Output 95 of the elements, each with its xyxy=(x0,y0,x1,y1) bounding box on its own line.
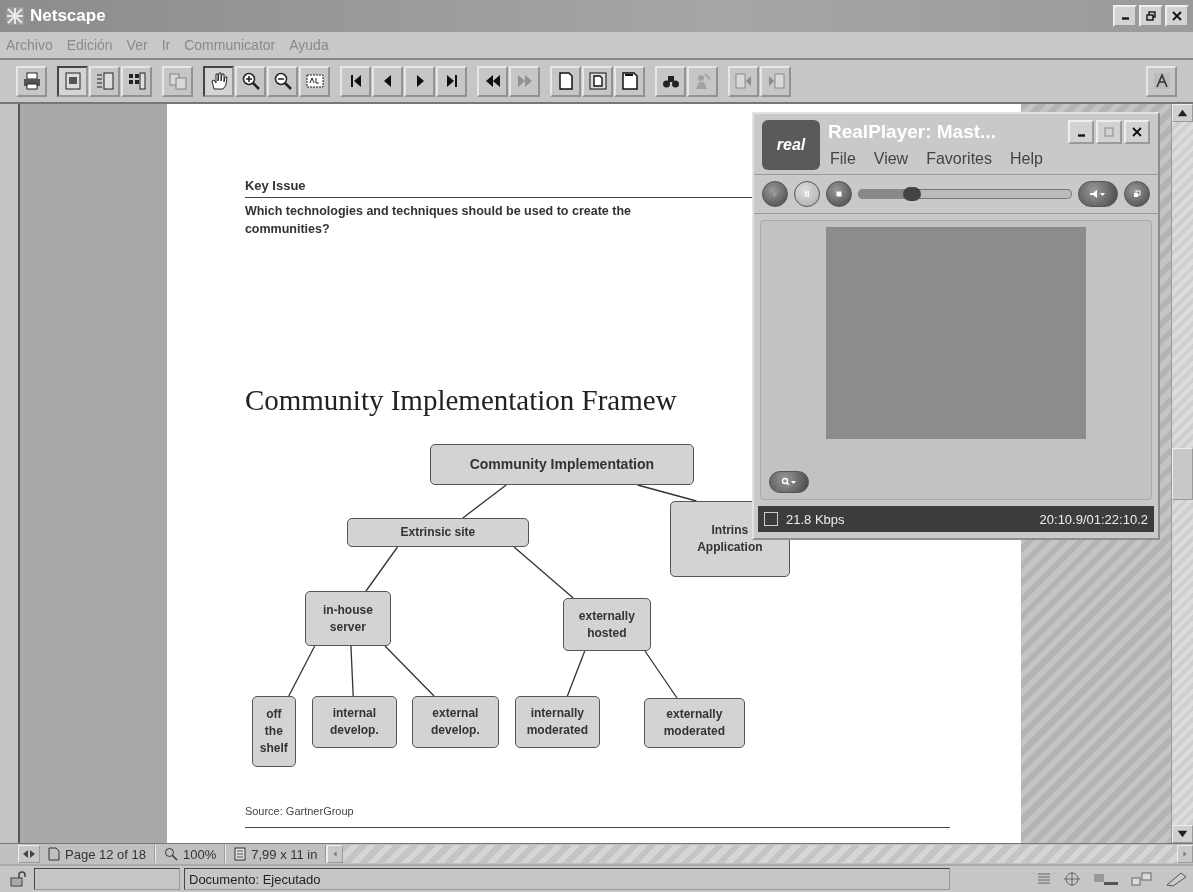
zoom-out-icon xyxy=(272,71,293,91)
slider-thumb[interactable] xyxy=(902,187,921,201)
play-icon xyxy=(770,189,780,199)
connector-line xyxy=(384,645,435,697)
letter-a-icon xyxy=(1151,71,1172,91)
restore-icon xyxy=(1146,11,1156,21)
chat-icon xyxy=(1131,871,1153,887)
minimize-button[interactable] xyxy=(1068,120,1094,144)
pause-button[interactable] xyxy=(794,181,820,207)
pen-icon xyxy=(1165,871,1189,887)
connector-line xyxy=(566,650,586,697)
close-icon xyxy=(1132,127,1142,137)
time-text: 20:10.9/01:22:10.2 xyxy=(1039,511,1148,527)
window-title: Netscape xyxy=(30,6,106,26)
restore-button[interactable] xyxy=(1139,5,1163,27)
connector-line xyxy=(513,546,574,599)
close-button[interactable] xyxy=(1124,120,1150,144)
fit-page-icon xyxy=(587,71,608,91)
diagram-node: internal develop. xyxy=(311,696,397,748)
page-size-icon xyxy=(234,847,247,861)
page-icon xyxy=(48,847,60,861)
toolbar-button[interactable] xyxy=(203,65,234,97)
next-page-icon xyxy=(414,74,425,88)
connector-line xyxy=(288,645,316,697)
scroll-up-icon[interactable] xyxy=(1172,104,1193,122)
stop-icon xyxy=(834,189,844,199)
compact-button[interactable] xyxy=(1124,181,1150,207)
key-issue-question: Which technologies and techniques should be used to create the communities? xyxy=(244,203,633,238)
fit-width-icon xyxy=(619,71,640,91)
menu-item[interactable]: Help xyxy=(1009,150,1043,168)
right-arrow-icon xyxy=(1181,850,1189,858)
minimize-icon xyxy=(1077,134,1085,137)
left-arrow-icon xyxy=(331,850,340,858)
diagram-node: in-house server xyxy=(304,591,391,646)
text-select-icon xyxy=(304,71,325,91)
menu-item[interactable]: View xyxy=(873,150,909,168)
navigation-pane-button[interactable] xyxy=(18,845,40,863)
previous-document-icon xyxy=(733,71,754,91)
diagram-node: externally hosted xyxy=(562,598,651,651)
page-number-text: Page 12 of 18 xyxy=(65,846,146,862)
windows-icon xyxy=(1132,189,1142,199)
split-arrows-icon xyxy=(22,849,36,859)
position-slider[interactable] xyxy=(858,189,1072,199)
printer-icon xyxy=(21,71,42,91)
list-icon xyxy=(1037,871,1051,887)
facing-pages-icon xyxy=(126,71,147,91)
toolbar-button[interactable] xyxy=(57,65,88,97)
close-icon xyxy=(1172,11,1182,21)
page-size-text: 7,99 x 11 in xyxy=(251,846,318,862)
continuous-pages-icon xyxy=(94,71,115,91)
close-button[interactable] xyxy=(1165,5,1189,27)
vertical-scrollbar[interactable] xyxy=(1171,104,1193,843)
hand-icon xyxy=(208,71,229,91)
magnifier-icon xyxy=(779,477,799,487)
diagram-node: Community Implementation xyxy=(429,444,694,485)
diagram-node: external develop. xyxy=(411,696,499,748)
connector-line xyxy=(350,645,354,697)
single-page-icon xyxy=(62,71,83,91)
globe-icon xyxy=(1063,871,1081,887)
magnifier-icon xyxy=(163,847,178,861)
maximize-icon xyxy=(1104,127,1114,137)
diagram-node: Extrinsic site xyxy=(346,518,529,547)
copy-icon xyxy=(167,71,188,91)
minimize-icon xyxy=(1121,17,1129,20)
connector-line xyxy=(365,546,399,592)
volume-button[interactable] xyxy=(1078,181,1118,207)
zoom-in-icon xyxy=(240,71,261,91)
realplayer-logo: real xyxy=(762,120,820,170)
play-button[interactable] xyxy=(762,181,788,207)
status-indicator xyxy=(764,512,778,526)
previous-page-icon xyxy=(382,74,393,88)
minimize-button[interactable] xyxy=(1113,5,1137,27)
diagram-node: internally moderated xyxy=(514,696,600,748)
menu-item[interactable]: Favorites xyxy=(926,150,992,168)
inbox-icon xyxy=(1093,871,1119,887)
diagram-node: off the shelf xyxy=(251,696,296,767)
connector-line xyxy=(462,484,507,519)
zoom-text: 100% xyxy=(182,846,217,862)
scroll-thumb[interactable] xyxy=(1172,447,1193,500)
scroll-down-icon[interactable] xyxy=(1172,825,1193,843)
speaker-icon xyxy=(1088,189,1108,199)
pause-icon xyxy=(802,189,812,199)
source-note: Source: GartnerGroup xyxy=(244,805,355,817)
acrobat-button[interactable] xyxy=(1146,65,1177,97)
status-text: Documento: Ejecutado xyxy=(189,871,321,887)
horizontal-scrollbar[interactable] xyxy=(343,845,1177,863)
diagram-node: externally moderated xyxy=(643,698,745,748)
stop-button[interactable] xyxy=(826,181,852,207)
slide-heading: Community Implementation Framew xyxy=(244,384,678,417)
app-icon xyxy=(4,6,26,26)
connector-line xyxy=(644,650,678,699)
scroll-left-button[interactable] xyxy=(327,845,344,863)
menu-item[interactable]: File xyxy=(830,150,856,168)
zoom-button[interactable] xyxy=(769,471,809,493)
connector-line xyxy=(636,484,697,502)
